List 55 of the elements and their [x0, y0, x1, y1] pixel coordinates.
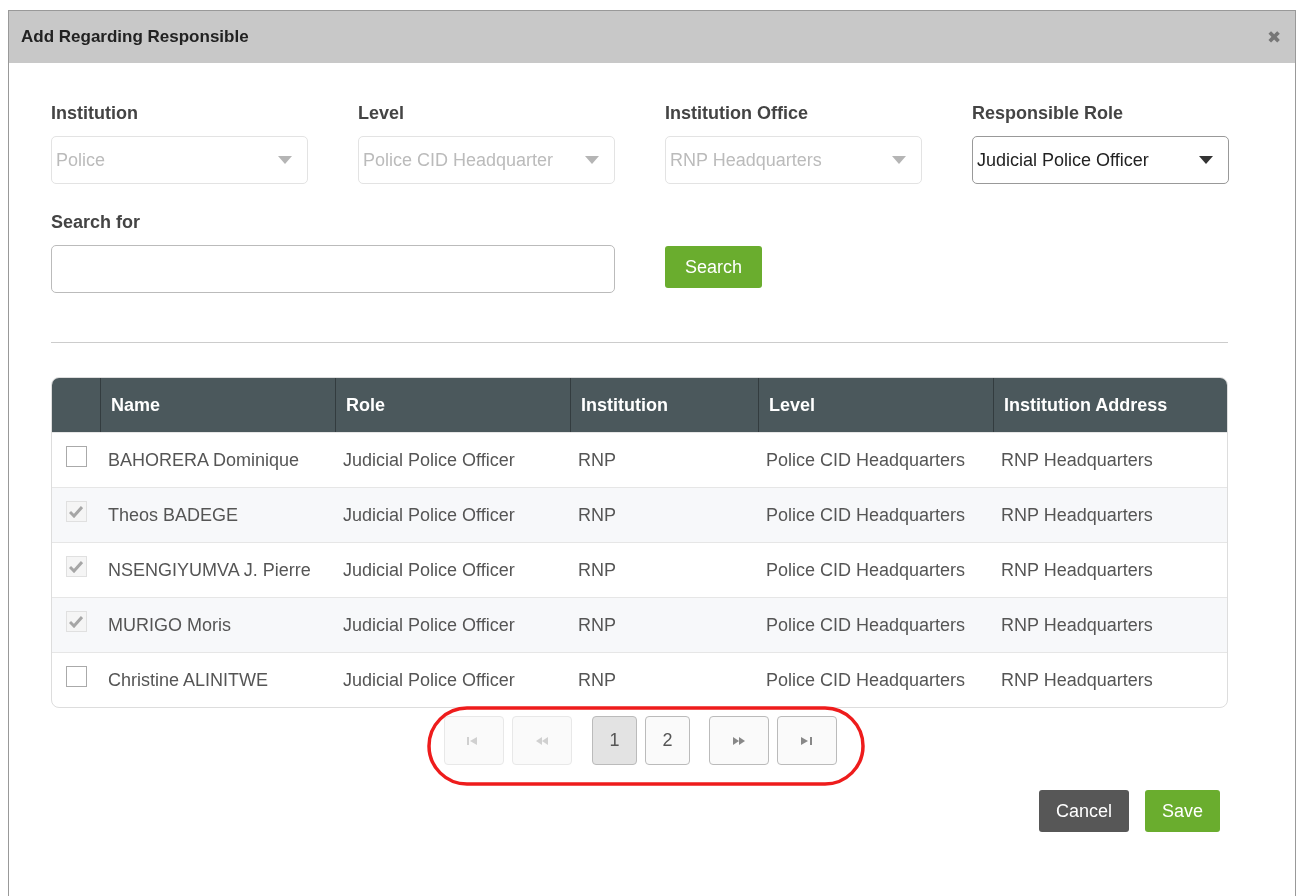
- table-cell: RNP Headquarters: [1001, 450, 1153, 470]
- table-cell: Judicial Police Officer: [343, 560, 515, 580]
- field-label: Search for: [51, 212, 142, 233]
- table-cell: RNP Headquarters: [1001, 615, 1153, 635]
- cancel-button[interactable]: Cancel: [1038, 790, 1129, 832]
- field-label: Responsible Role: [972, 103, 1125, 124]
- table-cell: RNP: [578, 450, 616, 470]
- field-label: Institution Office: [665, 103, 809, 124]
- save-button[interactable]: Save: [1144, 790, 1220, 832]
- page-button[interactable]: 1: [592, 716, 637, 765]
- table-cell: Judicial Police Officer: [343, 615, 515, 635]
- page-button[interactable]: 2: [645, 716, 690, 765]
- table-cell: Christine ALINITWE: [108, 670, 269, 690]
- table-cell: RNP Headquarters: [1001, 505, 1153, 525]
- last-page-icon: [800, 735, 814, 746]
- table-cell: RNP: [578, 670, 616, 690]
- column-header: Institution: [570, 378, 758, 432]
- pager-button[interactable]: [709, 716, 769, 765]
- caret-icon: [891, 155, 907, 165]
- column-header: Role: [335, 378, 570, 432]
- table-cell: RNP Headquarters: [1001, 560, 1153, 580]
- fast-forward-icon: [732, 735, 746, 746]
- table-cell: Judicial Police Officer: [343, 450, 515, 470]
- checkbox[interactable]: [65, 666, 87, 687]
- caret-icon: [277, 155, 293, 165]
- table-cell: BAHORERA Dominique: [108, 450, 300, 470]
- caret-icon: [584, 155, 600, 165]
- column-header: Name: [100, 378, 335, 432]
- close-button[interactable]: ✖: [1263, 26, 1285, 48]
- table-cell: Police CID Headquarters: [766, 560, 966, 580]
- column-header: Level: [758, 378, 993, 432]
- table-cell: MURIGO Moris: [108, 615, 231, 635]
- table-cell: Judicial Police Officer: [343, 670, 515, 690]
- table-cell: RNP: [578, 615, 616, 635]
- rewind-icon: [535, 735, 549, 746]
- pager-button[interactable]: [777, 716, 837, 765]
- table-cell: RNP: [578, 505, 616, 525]
- table-cell: Police CID Headquarters: [766, 450, 966, 470]
- search-button[interactable]: Search: [665, 246, 762, 288]
- table-cell: Police CID Headquarters: [766, 505, 966, 525]
- field-label: Level: [358, 103, 406, 124]
- field-label: Institution: [51, 103, 139, 124]
- dialog-title: Add Regarding Responsible: [21, 27, 249, 47]
- table-cell: NSENGIYUMVA J. Pierre: [108, 560, 311, 580]
- table-cell: Judicial Police Officer: [343, 505, 515, 525]
- caret-icon: [1198, 155, 1214, 165]
- table-cell: Police CID Headquarters: [766, 615, 966, 635]
- table-cell: RNP Headquarters: [1001, 670, 1153, 690]
- table-cell: Theos BADEGE: [108, 505, 239, 525]
- search-field[interactable]: [51, 245, 615, 293]
- column-header: Institution Address: [993, 378, 1227, 432]
- checkbox[interactable]: [65, 446, 87, 467]
- table-cell: RNP: [578, 560, 616, 580]
- table-cell: Police CID Headquarters: [766, 670, 966, 690]
- dropdown[interactable]: Judicial Police Officer: [972, 136, 1229, 184]
